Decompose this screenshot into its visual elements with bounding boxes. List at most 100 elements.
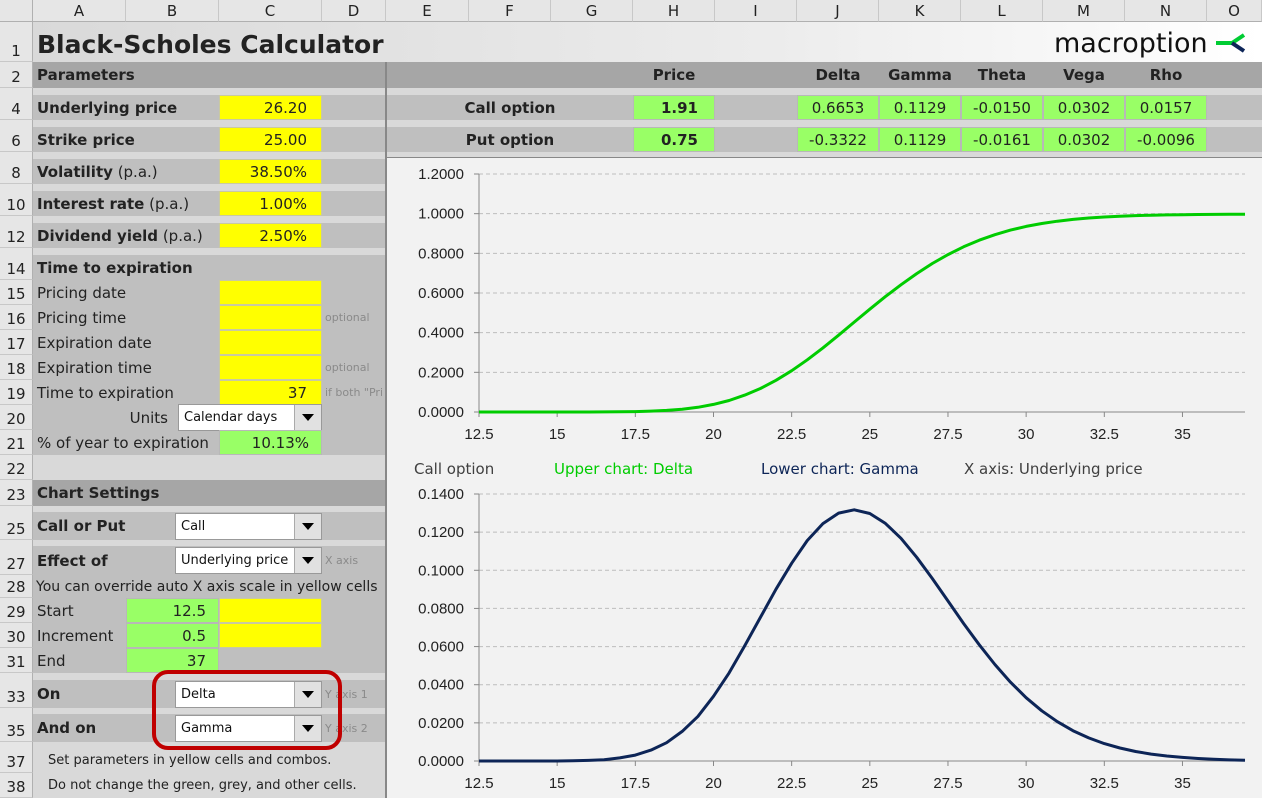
chevron-down-icon[interactable] — [294, 405, 321, 430]
row-header[interactable]: 10 — [0, 191, 33, 216]
column-header[interactable]: L — [961, 0, 1043, 22]
y-tick-label: 0.2000 — [418, 364, 464, 381]
row-header[interactable]: 2 — [0, 62, 33, 88]
column-header[interactable]: E — [386, 0, 469, 22]
chevron-down-icon[interactable] — [294, 548, 321, 573]
row-header[interactable]: 6 — [0, 127, 33, 152]
interest-label: Interest rate (p.a.) — [33, 191, 386, 216]
call-vega: 0.0302 — [1043, 95, 1125, 120]
x-tick-label: 27.5 — [933, 426, 962, 443]
row-header[interactable]: 22 — [0, 455, 33, 480]
delta-header: Delta — [815, 66, 861, 84]
logo-text: macroption — [1054, 27, 1208, 59]
help-text-2: Do not change the green, grey, and other… — [48, 778, 357, 793]
chevron-down-icon[interactable] — [294, 514, 321, 539]
start-override-input[interactable] — [219, 598, 322, 623]
interest-input[interactable]: 1.00% — [219, 191, 322, 216]
call-delta: 0.6653 — [797, 95, 879, 120]
call-put-combo[interactable]: Call — [175, 513, 322, 540]
underlying-label: Underlying price — [33, 95, 386, 120]
expiration-date-input[interactable] — [219, 330, 322, 355]
column-header[interactable]: D — [322, 0, 386, 22]
row-header[interactable]: 25 — [0, 512, 33, 540]
effect-of-value: Underlying price — [181, 553, 289, 568]
x-tick-label: 20 — [705, 775, 722, 792]
column-header[interactable]: B — [126, 0, 219, 22]
row-header[interactable]: 27 — [0, 546, 33, 575]
row-header[interactable]: 4 — [0, 95, 33, 120]
y-tick-label: 0.0800 — [418, 600, 464, 617]
pricing-date-input[interactable] — [219, 280, 322, 305]
row-header[interactable]: 31 — [0, 648, 33, 673]
row-header[interactable]: 20 — [0, 405, 33, 430]
row-header[interactable]: 30 — [0, 623, 33, 648]
x-tick-label: 30 — [1018, 426, 1035, 443]
units-combo[interactable]: Calendar days — [178, 404, 322, 431]
effect-of-combo[interactable]: Underlying price — [175, 547, 322, 574]
page-title: Black-Scholes Calculator — [37, 30, 384, 59]
effect-of-label: Effect of — [37, 551, 108, 570]
expiration-date-label: Expiration date — [37, 333, 152, 352]
row-header[interactable]: 16 — [0, 305, 33, 330]
x-tick-label: 15 — [549, 775, 566, 792]
row-header[interactable]: 35 — [0, 714, 33, 742]
x-tick-label: 17.5 — [621, 775, 650, 792]
gamma-header: Gamma — [888, 66, 952, 84]
rho-header: Rho — [1149, 66, 1183, 84]
select-all-corner[interactable] — [0, 0, 33, 22]
row-header[interactable]: 18 — [0, 355, 33, 380]
volatility-input[interactable]: 38.50% — [219, 159, 322, 184]
column-header[interactable]: M — [1043, 0, 1125, 22]
caption-lower: Lower chart: Gamma — [761, 460, 919, 478]
row-header[interactable]: 17 — [0, 330, 33, 355]
column-header[interactable]: N — [1125, 0, 1207, 22]
x-tick-label: 32.5 — [1090, 775, 1119, 792]
pricing-date-label: Pricing date — [37, 283, 127, 302]
column-header[interactable]: C — [219, 0, 322, 22]
row-header[interactable]: 12 — [0, 223, 33, 248]
column-header[interactable]: A — [33, 0, 126, 22]
expiration-time-input[interactable] — [219, 355, 322, 380]
y-tick-label: 0.0600 — [418, 639, 464, 656]
pricing-time-input[interactable] — [219, 305, 322, 330]
column-header[interactable]: H — [633, 0, 715, 22]
column-header[interactable]: G — [551, 0, 633, 22]
tte-input[interactable]: 37 — [219, 380, 322, 405]
column-header[interactable]: J — [797, 0, 879, 22]
column-header[interactable]: O — [1207, 0, 1262, 22]
caption-option: Call option — [414, 460, 495, 478]
expiration-time-label: Expiration time — [37, 358, 152, 377]
x-axis-note: X axis — [325, 554, 359, 567]
row-header[interactable]: 19 — [0, 380, 33, 405]
row-header[interactable]: 14 — [0, 255, 33, 280]
increment-value: 0.5 — [126, 623, 219, 648]
put-delta: -0.3322 — [797, 127, 879, 152]
row-header[interactable]: 33 — [0, 680, 33, 708]
column-header[interactable]: K — [879, 0, 961, 22]
logo: macroption — [1054, 24, 1248, 62]
column-header[interactable]: F — [469, 0, 551, 22]
row-header[interactable]: 1 — [0, 22, 33, 62]
start-value: 12.5 — [126, 598, 219, 623]
row-header[interactable]: 37 — [0, 748, 33, 773]
x-tick-label: 15 — [549, 426, 566, 443]
strike-input[interactable]: 25.00 — [219, 127, 322, 152]
logo-icon — [1215, 33, 1245, 53]
pricing-time-note: optional — [325, 311, 370, 324]
column-header[interactable]: I — [715, 0, 797, 22]
row-header[interactable]: 29 — [0, 598, 33, 623]
y-tick-label: 0.0400 — [418, 677, 464, 694]
row-header[interactable]: 21 — [0, 430, 33, 455]
row-header[interactable]: 15 — [0, 280, 33, 305]
put-gamma: 0.1129 — [879, 127, 961, 152]
row-header[interactable]: 28 — [0, 575, 33, 598]
row-header[interactable]: 8 — [0, 159, 33, 184]
start-label: Start — [37, 601, 74, 620]
row-header[interactable]: 38 — [0, 773, 33, 798]
x-tick-label: 35 — [1174, 426, 1191, 443]
chart-settings-header: Chart Settings — [33, 480, 386, 506]
dividend-input[interactable]: 2.50% — [219, 223, 322, 248]
increment-override-input[interactable] — [219, 623, 322, 648]
row-header[interactable]: 23 — [0, 480, 33, 506]
underlying-input[interactable]: 26.20 — [219, 95, 322, 120]
